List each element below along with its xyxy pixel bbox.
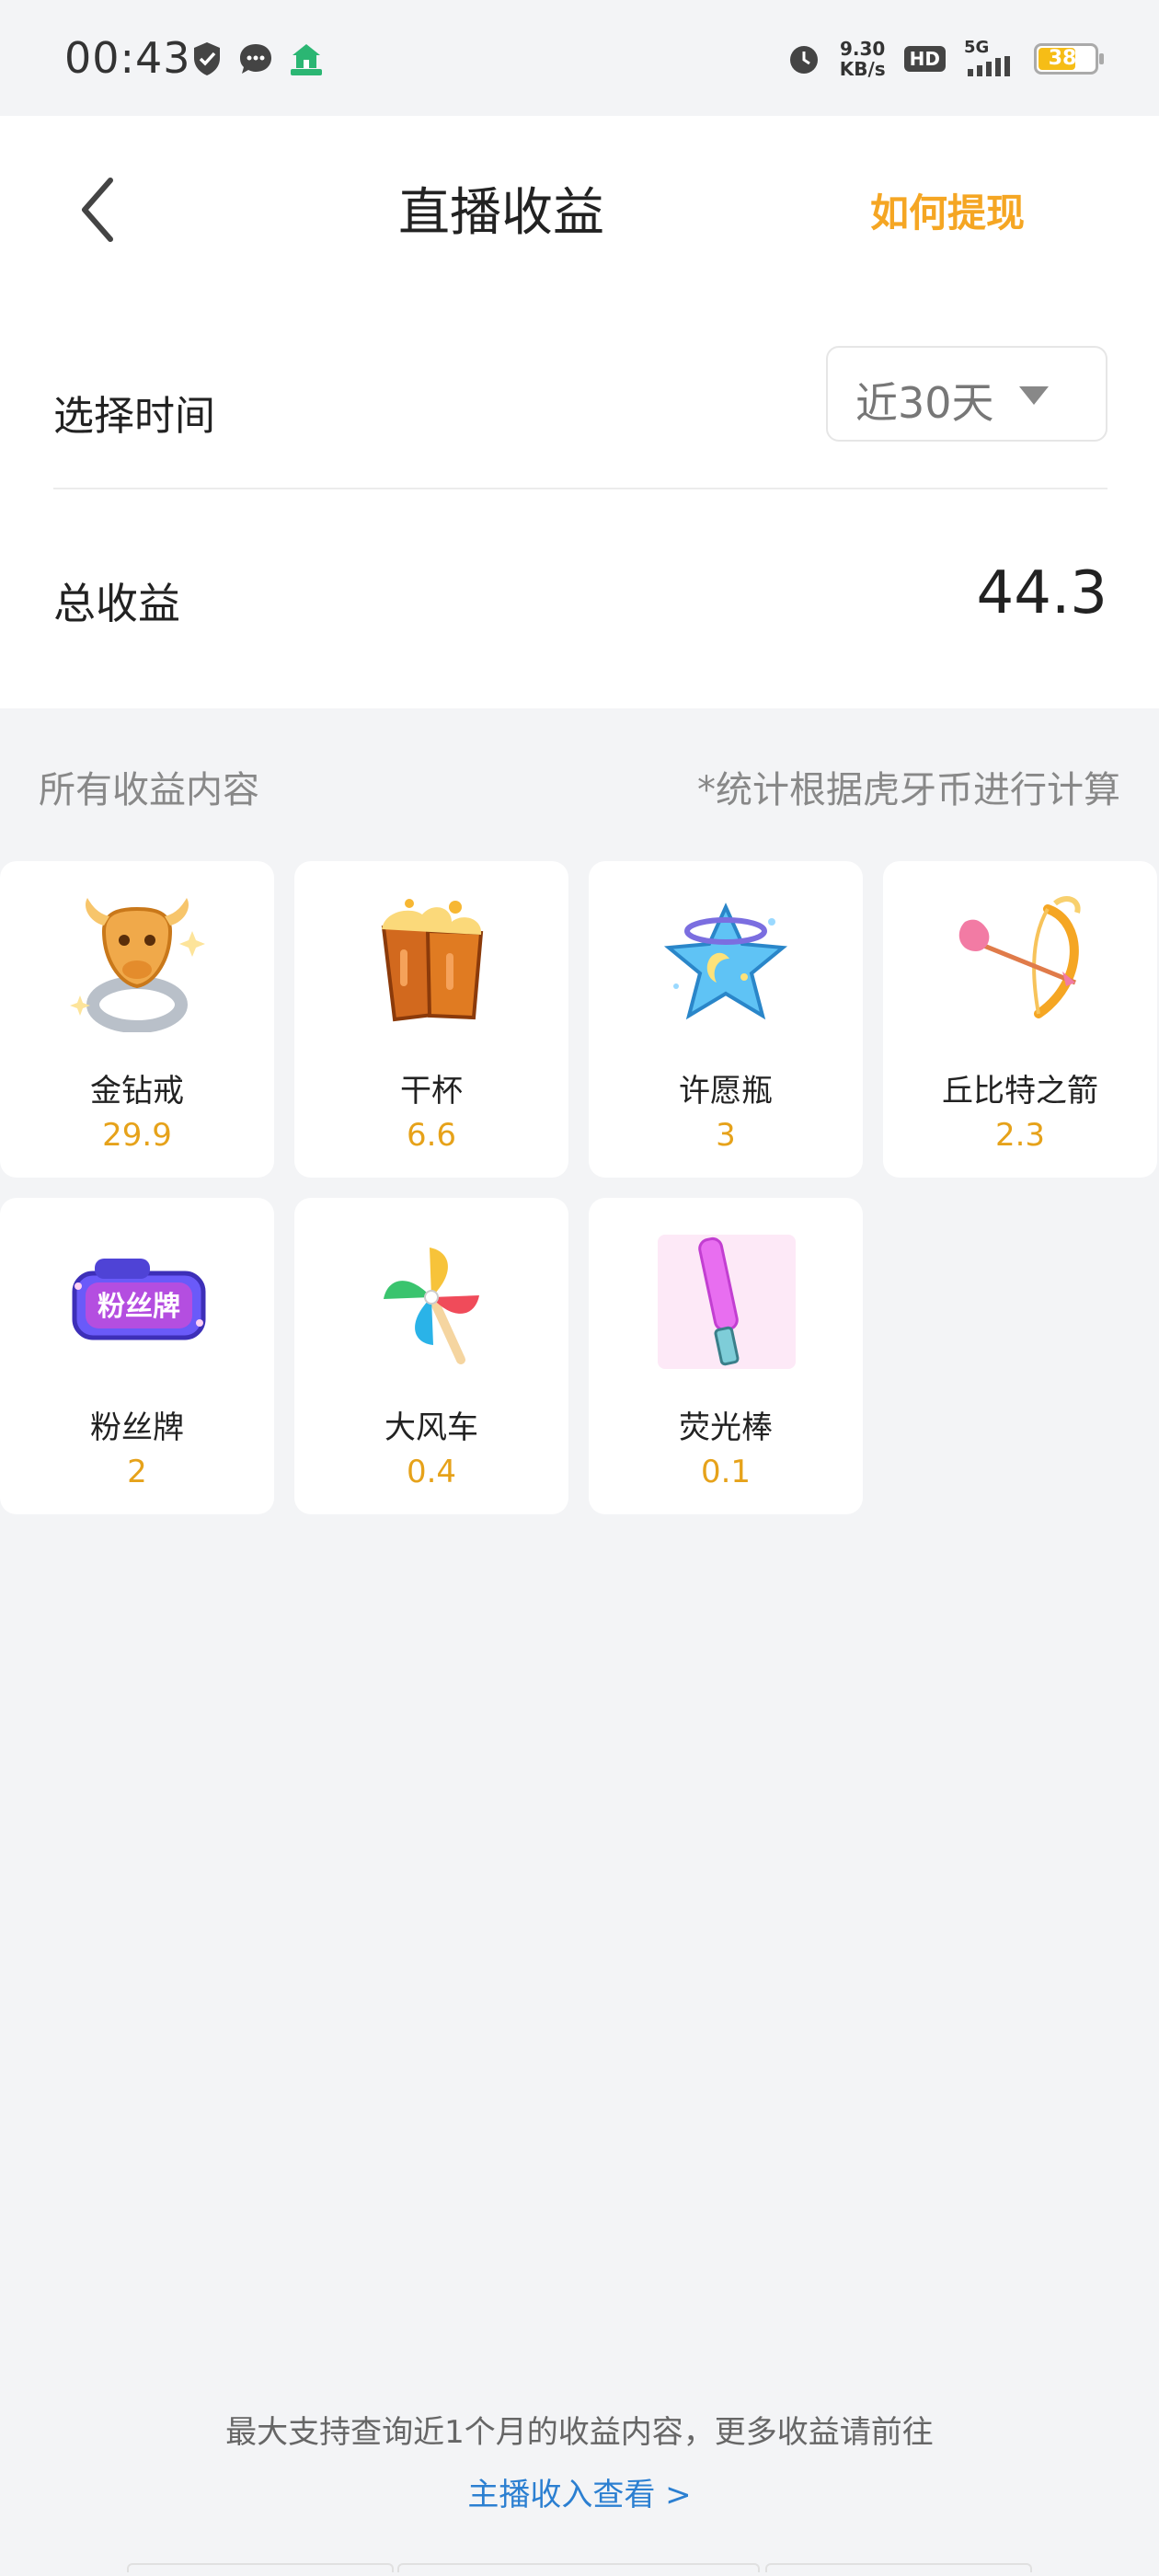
gift-value: 0.4 bbox=[406, 1454, 457, 1490]
time-range-select[interactable]: 近30天 bbox=[826, 346, 1107, 442]
gift-name: 干杯 bbox=[400, 1073, 463, 1110]
time-filter-label: 选择时间 bbox=[53, 393, 215, 440]
gift-name: 许愿瓶 bbox=[679, 1073, 773, 1110]
signal-bars-icon bbox=[968, 56, 1010, 76]
gift-name: 粉丝牌 bbox=[90, 1409, 184, 1446]
app-notification-icon bbox=[291, 44, 322, 75]
status-right: 9.30 KB/s HD 5G 38 bbox=[786, 38, 1104, 79]
fan-badge-icon: 粉丝牌 bbox=[72, 1259, 206, 1340]
section-title: 所有收益内容 bbox=[39, 769, 259, 811]
gift-name: 荧光棒 bbox=[679, 1409, 773, 1446]
gift-name: 金钻戒 bbox=[90, 1073, 184, 1110]
gift-value: 2.3 bbox=[994, 1117, 1046, 1154]
earnings-panel: 直播收益 如何提现 选择时间 近30天 总收益 44.3 bbox=[0, 116, 1159, 708]
gift-card[interactable]: 干杯 6.6 bbox=[294, 861, 568, 1178]
gift-name: 大风车 bbox=[384, 1409, 478, 1446]
cheers-icon bbox=[381, 899, 484, 1022]
net-speed: 9.30 KB/s bbox=[840, 39, 886, 79]
net-speed-value: 9.30 bbox=[840, 38, 886, 60]
section-note: *统计根据虎牙币进行计算 bbox=[697, 769, 1120, 811]
bottom-tab-placeholder bbox=[397, 2563, 760, 2572]
hd-badge: HD bbox=[903, 46, 946, 72]
battery-level: 38 bbox=[1048, 47, 1077, 70]
gift-card[interactable]: 大风车 0.4 bbox=[294, 1198, 568, 1514]
gift-card[interactable]: 金钻戒 29.9 bbox=[0, 861, 274, 1178]
divider bbox=[53, 488, 1107, 489]
shield-icon bbox=[194, 42, 220, 75]
glow-stick-icon bbox=[658, 1235, 796, 1369]
net-speed-unit: KB/s bbox=[839, 58, 886, 80]
signal-indicator: 5G bbox=[964, 38, 1016, 76]
gift-value: 6.6 bbox=[406, 1117, 457, 1154]
alarm-icon bbox=[789, 46, 818, 74]
gift-value: 2 bbox=[127, 1454, 147, 1490]
total-earnings-label: 总收益 bbox=[53, 579, 180, 628]
gold-ring-icon bbox=[70, 898, 205, 1032]
total-earnings-value: 44.3 bbox=[976, 559, 1108, 627]
battery-indicator: 38 bbox=[1034, 43, 1104, 75]
gift-card[interactable]: 荧光棒 0.1 bbox=[589, 1198, 863, 1514]
page-title: 直播收益 bbox=[398, 183, 604, 243]
status-bar: 00:43 9.30 KB/s HD 5G 38 bbox=[0, 0, 1159, 116]
gift-value: 3 bbox=[716, 1117, 736, 1154]
anchor-income-link[interactable]: 主播收入查看 > bbox=[0, 2469, 1159, 2514]
cupid-arrow-icon bbox=[958, 896, 1081, 1018]
bottom-tab-placeholder bbox=[765, 2563, 1032, 2572]
network-type: 5G bbox=[964, 38, 990, 57]
gift-card[interactable]: 粉丝牌 粉丝牌 2 bbox=[0, 1198, 274, 1514]
svg-text:粉丝牌: 粉丝牌 bbox=[98, 1291, 180, 1323]
time-range-value: 近30天 bbox=[855, 378, 994, 428]
gift-card[interactable]: 许愿瓶 3 bbox=[589, 861, 863, 1178]
footer-note: 最大支持查询近1个月的收益内容，更多收益请前往 bbox=[225, 2414, 934, 2451]
pinwheel-icon bbox=[384, 1248, 479, 1364]
wish-bottle-icon bbox=[663, 903, 788, 1020]
gift-value: 0.1 bbox=[700, 1454, 752, 1490]
bottom-tab-placeholder bbox=[127, 2563, 394, 2572]
gift-value: 29.9 bbox=[102, 1117, 172, 1154]
message-icon bbox=[240, 44, 271, 74]
how-to-withdraw-link[interactable]: 如何提现 bbox=[870, 182, 1025, 238]
gift-name: 丘比特之箭 bbox=[942, 1073, 1098, 1110]
gift-card[interactable]: 丘比特之箭 2.3 bbox=[883, 861, 1157, 1178]
caret-down-icon bbox=[1019, 386, 1049, 405]
status-time: 00:43 bbox=[64, 33, 191, 83]
